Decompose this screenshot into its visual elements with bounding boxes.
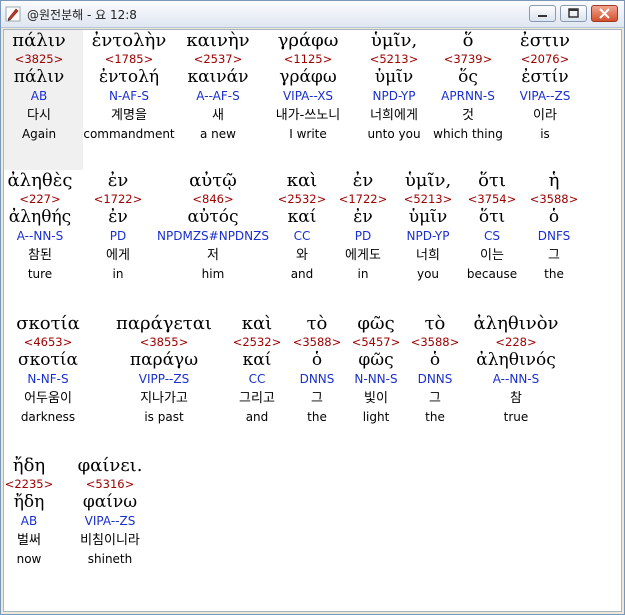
word-english: darkness (20, 410, 76, 424)
window-title: @원전분해 - 요 12:8 (27, 8, 137, 22)
word-korean: 이라 (533, 108, 557, 123)
word-lemma: φαίνω (82, 492, 138, 512)
word-lemma: ὁ (548, 207, 560, 227)
word-parse: VIPA--ZS (519, 89, 571, 103)
maximize-button[interactable] (560, 5, 587, 22)
word-korean: 참 (510, 391, 522, 406)
title-bar[interactable]: @원전분해 - 요 12:8 (1, 1, 624, 28)
pencil-app-icon (5, 6, 21, 22)
analysis-pane[interactable]: πάλιν <3825> πάλιν AB 다시 Again ἐντολὴν <1785> ἐν… (3, 29, 622, 612)
word-korean: 어두움이 (24, 391, 72, 406)
word-english: is (540, 127, 550, 141)
word-greek: ἐστιν (520, 30, 570, 51)
word-parse: VIPA--ZS (84, 514, 136, 528)
word-cell[interactable]: ἐστιν <2076> ἐστίν VIPA--ZS 이라 is (485, 32, 605, 144)
word-cell[interactable]: ἡ <3588> ὁ DNFS 그 the (494, 172, 614, 284)
word-cell[interactable]: φαίνει. <5316> φαίνω VIPA--ZS 비침이니라 shineth (50, 457, 170, 569)
word-cell[interactable]: ἀληθινὸν <228> ἀληθινός A--NN-S 참 true (456, 315, 576, 427)
close-button[interactable] (591, 5, 618, 22)
word-lemma: ἐστίν (521, 67, 569, 87)
word-korean: 비침이니라 (80, 533, 140, 548)
word-greek: ἀληθινὸν (473, 313, 559, 334)
word-parse: DNFS (537, 229, 571, 243)
minimize-icon (538, 15, 547, 17)
word-english: the (544, 267, 564, 281)
word-lemma: σκοτία (17, 350, 78, 370)
close-icon (599, 8, 610, 19)
app-window: @원전분해 - 요 12:8 πάλιν <3825> πάλιν AB 다시 Again… (0, 0, 625, 615)
word-korean: 그 (548, 248, 560, 263)
word-greek: φαίνει. (77, 455, 143, 476)
word-greek: ἡ (548, 170, 560, 191)
word-parse: N-NF-S (27, 372, 69, 386)
maximize-icon (568, 8, 579, 18)
word-parse: A--NN-S (492, 372, 540, 386)
word-lemma: ἀληθινός (476, 350, 556, 370)
minimize-button[interactable] (529, 5, 556, 22)
word-english: shineth (87, 552, 133, 566)
word-greek: σκοτία (16, 313, 80, 334)
word-cell[interactable]: σκοτία <4653> σκοτία N-NF-S 어두움이 darkness (4, 313, 108, 427)
word-english: true (503, 410, 529, 424)
